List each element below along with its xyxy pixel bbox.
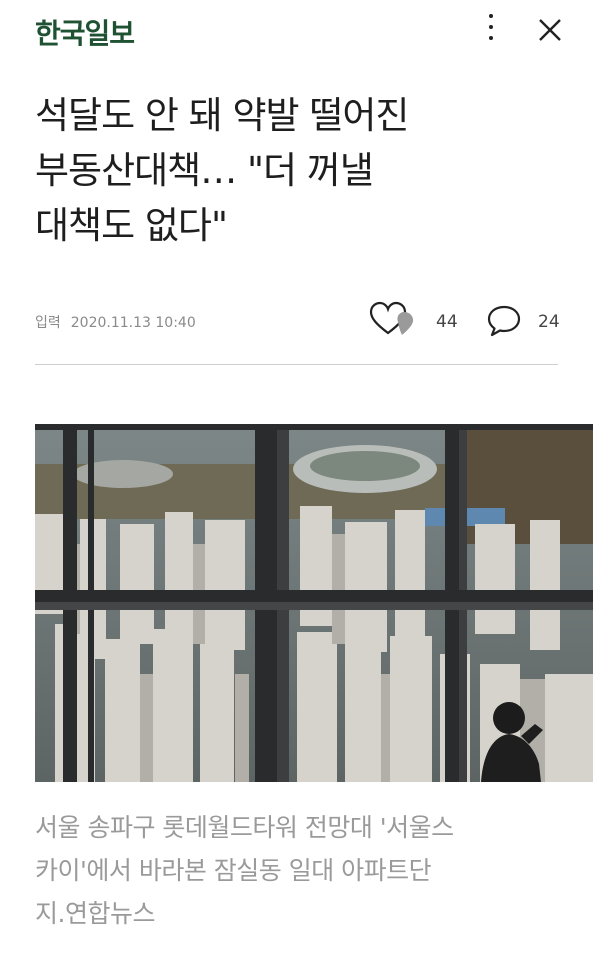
city-view-image bbox=[35, 424, 593, 782]
published-time: 2020.11.13 10:40 bbox=[70, 315, 196, 331]
photo-caption: 서울 송파구 롯데월드타워 전망대 '서울스 카이'에서 바라본 잠실동 일대 … bbox=[35, 806, 565, 935]
article-title-line: 대책도 없다" bbox=[35, 204, 228, 247]
heart-icon bbox=[369, 301, 414, 335]
published-label: 입력 bbox=[35, 315, 61, 331]
article-title-line: 부동산대책… "더 꺼낼 bbox=[35, 149, 374, 192]
vertical-dots-icon bbox=[489, 14, 493, 18]
top-bar: 한국일보 bbox=[0, 0, 593, 62]
vertical-dots-icon-dot bbox=[489, 36, 493, 40]
close-button[interactable] bbox=[534, 14, 566, 46]
caption-line: 지.연합뉴스 bbox=[35, 899, 155, 928]
speech-bubble-icon bbox=[487, 305, 521, 337]
divider bbox=[35, 364, 558, 365]
like-count: 44 bbox=[436, 312, 458, 332]
article-title: 석달도 안 돼 약발 떨어진 부동산대책… "더 꺼낼 대책도 없다" bbox=[35, 88, 555, 253]
site-logo[interactable]: 한국일보 bbox=[35, 12, 135, 52]
comment-button[interactable] bbox=[486, 304, 522, 338]
caption-line: 카이'에서 바라본 잠실동 일대 아파트단 bbox=[35, 856, 432, 885]
caption-line: 서울 송파구 롯데월드타워 전망대 '서울스 bbox=[35, 813, 454, 842]
vertical-dots-icon-dot bbox=[489, 25, 493, 29]
close-icon bbox=[539, 19, 561, 41]
article-photo[interactable] bbox=[35, 424, 593, 782]
article-meta: 입력 2020.11.13 10:40 bbox=[35, 312, 196, 332]
article-title-line: 석달도 안 돼 약발 떨어진 bbox=[35, 94, 409, 137]
more-options-button[interactable] bbox=[476, 10, 506, 46]
like-button[interactable] bbox=[368, 300, 428, 340]
comment-count: 24 bbox=[538, 312, 560, 332]
